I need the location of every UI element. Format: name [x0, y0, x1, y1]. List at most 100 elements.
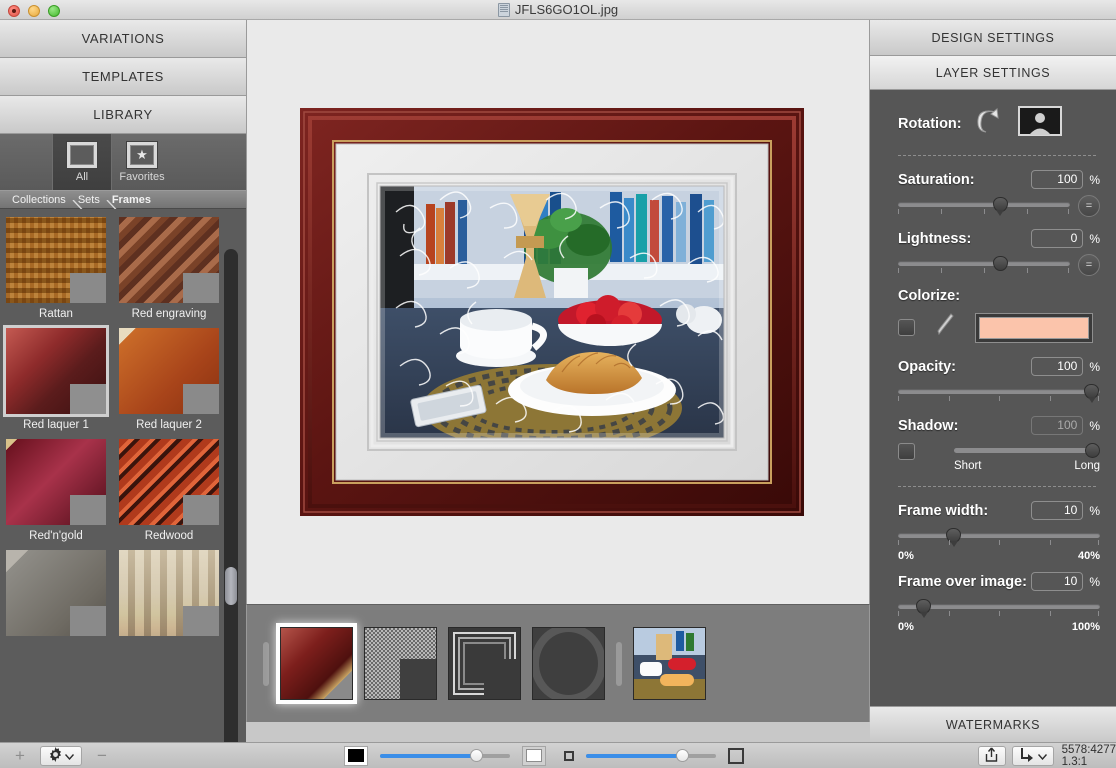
lightness-track[interactable] — [898, 261, 1070, 266]
lightness-slider[interactable]: = — [898, 254, 1100, 276]
lightness-value-input[interactable]: 0 — [1031, 229, 1084, 248]
filmstrip-item-photo-layer[interactable] — [633, 627, 706, 700]
colorize-checkbox[interactable] — [898, 319, 915, 336]
close-button[interactable] — [8, 5, 20, 17]
breadcrumb-collections[interactable]: Collections — [6, 194, 72, 206]
frame-item-red-laquer-2[interactable]: Red laquer 2 — [119, 328, 219, 435]
shadow-track[interactable] — [954, 448, 1100, 453]
canvas-area[interactable] — [246, 20, 870, 604]
add-button[interactable]: + — [6, 746, 34, 766]
frame-thumbnail-cutout — [70, 495, 106, 525]
frame-item-redwood[interactable]: Redwood — [119, 439, 219, 546]
layer-filmstrip[interactable] — [246, 604, 870, 722]
saturation-track[interactable] — [898, 202, 1070, 207]
framed-photo-preview[interactable] — [300, 108, 804, 516]
oval-mask-icon — [539, 632, 598, 695]
lightness-reset-button[interactable]: = — [1078, 254, 1100, 276]
saturation-unit: % — [1089, 172, 1100, 187]
rotate-ccw-icon[interactable] — [976, 108, 1004, 139]
frame-item-red-engraving[interactable]: Red engraving — [119, 217, 219, 324]
shadow-max-label: Long — [1074, 460, 1100, 472]
thumbnail-size-slider[interactable] — [585, 748, 716, 763]
frame-over-image-row: Frame over image: 10 % — [898, 572, 1100, 591]
small-square-icon[interactable] — [563, 750, 574, 761]
frame-thumbnail-cutout — [183, 273, 219, 303]
filmstrip-item-frame-layer[interactable] — [276, 623, 357, 704]
frame-over-image-ticks — [898, 611, 1100, 619]
shadow-value-input[interactable]: 100 — [1031, 416, 1084, 435]
accordion-library[interactable]: LIBRARY — [0, 96, 246, 134]
frame-item-label: Rattan — [39, 308, 73, 320]
lightness-row: Lightness: 0 % — [898, 229, 1100, 248]
share-button[interactable] — [977, 745, 1006, 766]
filmstrip-handle-right[interactable] — [616, 641, 622, 686]
black-square-icon[interactable] — [343, 745, 368, 766]
filmstrip-handle-left[interactable] — [263, 641, 269, 686]
accordion-variations-label: VARIATIONS — [81, 31, 165, 46]
shadow-knob[interactable] — [1085, 443, 1100, 458]
frame-item-label: Red engraving — [131, 308, 207, 320]
saturation-value-input[interactable]: 100 — [1031, 170, 1084, 189]
frame-over-image-value-input[interactable]: 10 — [1031, 572, 1084, 591]
frame-item-red-laquer-1[interactable]: Red laquer 1 — [3, 325, 109, 435]
shadow-label: Shadow: — [898, 417, 959, 434]
eyedropper-icon[interactable] — [935, 312, 955, 343]
tab-layer-settings[interactable]: LAYER SETTINGS — [870, 56, 1116, 90]
remove-button[interactable]: − — [88, 746, 116, 766]
zoom-button[interactable] — [48, 5, 60, 17]
layer-thumbnail-cutout — [400, 659, 436, 699]
background-slider-knob[interactable] — [469, 748, 483, 762]
frame-thumbnail — [119, 550, 219, 636]
lightness-unit: % — [1089, 231, 1100, 246]
accordion-variations[interactable]: VARIATIONS — [0, 20, 246, 58]
shadow-checkbox[interactable] — [898, 442, 915, 460]
frame-thumbnail-cutout — [70, 606, 106, 636]
frame-item-label: Red laquer 1 — [23, 419, 89, 431]
opacity-track[interactable] — [898, 389, 1100, 394]
opacity-value-input[interactable]: 100 — [1031, 357, 1084, 376]
frame-over-image-min-label: 0% — [898, 621, 914, 633]
large-square-icon[interactable] — [727, 747, 744, 764]
frame-thumbnail-cutout — [183, 495, 219, 525]
frame-item-red-n-gold[interactable]: Red'n'gold — [6, 439, 106, 546]
opacity-slider[interactable] — [898, 384, 1100, 399]
library-filter-all-label: All — [75, 170, 89, 183]
gear-dropdown-button[interactable] — [40, 745, 82, 766]
frame-width-track[interactable] — [898, 533, 1100, 538]
landscape-portrait-icon[interactable] — [1017, 106, 1062, 141]
library-filter-all[interactable]: All — [52, 134, 112, 190]
accordion-templates[interactable]: TEMPLATES — [0, 58, 246, 96]
filmstrip-item-oval-vignette-layer[interactable] — [532, 627, 605, 700]
background-brightness-slider[interactable] — [379, 748, 510, 763]
layer-thumbnail — [281, 628, 352, 699]
thumbnail-slider-knob[interactable] — [675, 748, 689, 762]
minimize-button[interactable] — [28, 5, 40, 17]
artwork-svg — [300, 108, 804, 516]
colorize-color-button[interactable] — [975, 312, 1093, 343]
frame-width-slider[interactable] — [898, 528, 1100, 543]
accordion-watermarks[interactable]: WATERMARKS — [870, 706, 1116, 742]
export-icon — [1019, 747, 1035, 765]
saturation-slider[interactable]: = — [898, 195, 1100, 217]
saturation-ticks — [898, 209, 1070, 217]
frame-row-2: Red laquer 1 Red laquer 2 — [3, 325, 246, 435]
library-scrollbar-thumb[interactable] — [225, 567, 237, 605]
breadcrumb-sets[interactable]: Sets — [72, 194, 106, 206]
filmstrip-item-white-border-layer[interactable] — [448, 627, 521, 700]
status-dimensions: 5578:4277 — [1061, 743, 1116, 756]
frame-item-stone[interactable] — [119, 550, 219, 657]
saturation-reset-button[interactable]: = — [1078, 195, 1100, 217]
lightness-ticks — [898, 268, 1070, 276]
frame-over-image-slider[interactable] — [898, 599, 1100, 614]
library-filter-favorites[interactable]: ★ Favorites — [112, 134, 172, 190]
filmstrip-item-texture-mat-layer[interactable] — [364, 627, 437, 700]
library-scrollbar[interactable] — [224, 249, 238, 761]
frame-item-rattan[interactable]: Rattan — [6, 217, 106, 324]
white-square-icon[interactable] — [521, 745, 546, 766]
export-dropdown-button[interactable] — [1011, 745, 1054, 766]
frame-width-value-input[interactable]: 10 — [1031, 501, 1084, 520]
share-icon — [985, 747, 998, 765]
breadcrumb-frames[interactable]: Frames — [106, 194, 157, 206]
tab-design-settings[interactable]: DESIGN SETTINGS — [870, 20, 1116, 56]
frame-item-grey-wood[interactable] — [6, 550, 106, 657]
